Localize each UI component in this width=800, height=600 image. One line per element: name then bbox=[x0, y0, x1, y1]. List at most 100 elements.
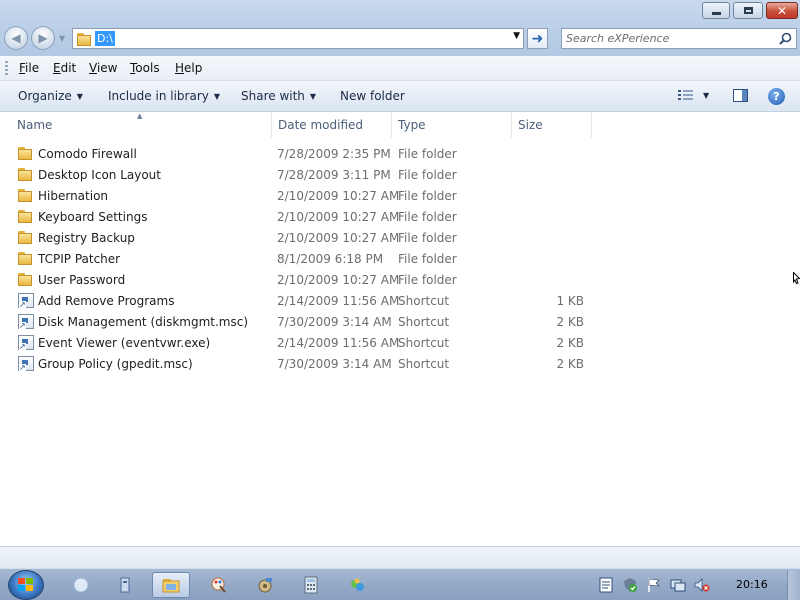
list-item[interactable]: Keyboard Settings 2/10/2009 10:27 AM Fil… bbox=[0, 206, 600, 227]
search-box[interactable] bbox=[561, 28, 797, 49]
organize-label: Organize bbox=[18, 89, 72, 103]
list-item[interactable]: Add Remove Programs 2/14/2009 11:56 AM S… bbox=[0, 290, 600, 311]
settings-icon bbox=[258, 578, 272, 593]
menu-edit[interactable]: Edit bbox=[53, 61, 76, 75]
show-desktop-button[interactable] bbox=[787, 570, 800, 600]
menu-help[interactable]: Help bbox=[175, 61, 202, 75]
views-dropdown[interactable]: ▼ bbox=[703, 91, 709, 100]
menu-view-label: iew bbox=[96, 61, 118, 75]
calculator-icon bbox=[304, 576, 318, 594]
status-bar bbox=[0, 546, 800, 569]
column-divider[interactable] bbox=[271, 112, 272, 138]
list-item[interactable]: Desktop Icon Layout 7/28/2009 3:11 PM Fi… bbox=[0, 164, 600, 185]
address-bar[interactable]: D:\ ▼ bbox=[72, 28, 524, 49]
organize-button[interactable]: Organize ▼ bbox=[18, 89, 83, 103]
taskbar-library[interactable] bbox=[106, 572, 144, 598]
taskbar-messenger[interactable] bbox=[338, 572, 376, 598]
minimize-button[interactable] bbox=[702, 2, 730, 19]
file-date: 2/14/2009 11:56 AM bbox=[277, 294, 400, 308]
menu-view[interactable]: View bbox=[89, 61, 117, 75]
file-date: 2/10/2009 10:27 AM bbox=[277, 189, 400, 203]
column-header-name[interactable]: Name bbox=[17, 118, 52, 132]
column-header-date[interactable]: Date modified bbox=[278, 118, 363, 132]
search-input[interactable] bbox=[566, 30, 774, 47]
taskbar-paint[interactable] bbox=[200, 572, 238, 598]
back-button[interactable]: ◀ bbox=[4, 26, 28, 50]
menu-file[interactable]: File bbox=[19, 61, 39, 75]
taskbar-settings[interactable] bbox=[246, 572, 284, 598]
list-item[interactable]: Comodo Firewall 7/28/2009 2:35 PM File f… bbox=[0, 143, 600, 164]
network-icon[interactable] bbox=[670, 577, 686, 593]
search-icon[interactable] bbox=[779, 32, 792, 45]
file-name: Keyboard Settings bbox=[38, 210, 148, 224]
close-icon: ✕ bbox=[776, 3, 788, 18]
folder-icon bbox=[18, 209, 34, 224]
chevron-down-icon: ▼ bbox=[76, 92, 83, 101]
column-divider[interactable] bbox=[591, 112, 592, 138]
file-type: Shortcut bbox=[398, 357, 450, 371]
volume-muted-icon[interactable] bbox=[694, 577, 710, 593]
list-item[interactable]: Registry Backup 2/10/2009 10:27 AM File … bbox=[0, 227, 600, 248]
list-item[interactable]: User Password 2/10/2009 10:27 AM File fo… bbox=[0, 269, 600, 290]
column-divider[interactable] bbox=[511, 112, 512, 138]
file-type: File folder bbox=[398, 189, 457, 203]
menu-view-accelerator: V bbox=[89, 61, 97, 75]
list-item[interactable]: Hibernation 2/10/2009 10:27 AM File fold… bbox=[0, 185, 600, 206]
new-folder-button[interactable]: New folder bbox=[340, 89, 405, 103]
address-history-dropdown[interactable]: ▼ bbox=[513, 31, 520, 41]
menu-help-label: elp bbox=[184, 61, 203, 75]
explorer-window: ✕ ◀ ▶ ▼ D:\ ▼ ➜ File Edit View Tools Hel… bbox=[0, 0, 800, 569]
folder-icon bbox=[18, 272, 34, 287]
list-item[interactable]: Disk Management (diskmgmt.msc) 7/30/2009… bbox=[0, 311, 600, 332]
file-name: Event Viewer (eventvwr.exe) bbox=[38, 336, 211, 350]
include-in-library-button[interactable]: Include in library ▼ bbox=[108, 89, 220, 103]
clock[interactable]: 20:16 bbox=[736, 578, 768, 591]
file-name: Registry Backup bbox=[38, 231, 135, 245]
file-size: 2 KB bbox=[556, 315, 584, 329]
notes-icon[interactable] bbox=[598, 577, 614, 593]
go-button[interactable]: ➜ bbox=[527, 28, 548, 49]
column-header-size[interactable]: Size bbox=[518, 118, 543, 132]
column-header-type[interactable]: Type bbox=[398, 118, 426, 132]
taskbar-explorer[interactable] bbox=[152, 572, 190, 598]
share-with-button[interactable]: Share with ▼ bbox=[241, 89, 316, 103]
security-icon[interactable] bbox=[622, 577, 638, 593]
forward-button[interactable]: ▶ bbox=[31, 26, 55, 50]
menu-help-accelerator: H bbox=[175, 61, 185, 75]
include-in-library-label: Include in library bbox=[108, 89, 209, 103]
address-path[interactable]: D:\ bbox=[95, 31, 115, 46]
restore-icon bbox=[743, 7, 753, 14]
file-date: 2/10/2009 10:27 AM bbox=[277, 231, 400, 245]
maximize-button[interactable] bbox=[733, 2, 763, 19]
menu-tools[interactable]: Tools bbox=[130, 61, 160, 75]
start-button[interactable] bbox=[8, 570, 44, 600]
list-item[interactable]: TCPIP Patcher 8/1/2009 6:18 PM File fold… bbox=[0, 248, 600, 269]
back-arrow-icon: ◀ bbox=[11, 31, 21, 45]
list-item[interactable]: Group Policy (gpedit.msc) 7/30/2009 3:14… bbox=[0, 353, 600, 374]
help-icon[interactable]: ? bbox=[768, 88, 785, 105]
file-size: 2 KB bbox=[556, 336, 584, 350]
paint-icon bbox=[211, 577, 226, 593]
file-type: Shortcut bbox=[398, 336, 450, 350]
menu-bar: File Edit View Tools Help bbox=[0, 56, 800, 81]
recent-pages-dropdown[interactable]: ▼ bbox=[59, 34, 65, 43]
taskbar-ie[interactable] bbox=[62, 572, 100, 598]
action-center-flag-icon[interactable] bbox=[646, 577, 662, 593]
folder-icon bbox=[18, 167, 34, 182]
command-bar: Organize ▼ Include in library ▼ Share with… bbox=[0, 81, 800, 112]
minimize-icon bbox=[711, 11, 721, 15]
file-type: File folder bbox=[398, 210, 457, 224]
preview-pane-icon[interactable] bbox=[733, 89, 748, 102]
file-date: 7/30/2009 3:14 AM bbox=[277, 357, 392, 371]
views-icon[interactable] bbox=[678, 89, 694, 102]
taskbar-calculator[interactable] bbox=[292, 572, 330, 598]
shortcut-icon bbox=[18, 314, 34, 330]
column-divider[interactable] bbox=[391, 112, 392, 138]
chevron-down-icon: ▼ bbox=[213, 92, 221, 101]
file-type: File folder bbox=[398, 273, 457, 287]
list-item[interactable]: Event Viewer (eventvwr.exe) 2/14/2009 11… bbox=[0, 332, 600, 353]
shortcut-icon bbox=[18, 335, 34, 351]
menu-tools-label: ools bbox=[135, 61, 160, 75]
close-button[interactable]: ✕ bbox=[766, 2, 798, 19]
file-name: TCPIP Patcher bbox=[38, 252, 121, 266]
